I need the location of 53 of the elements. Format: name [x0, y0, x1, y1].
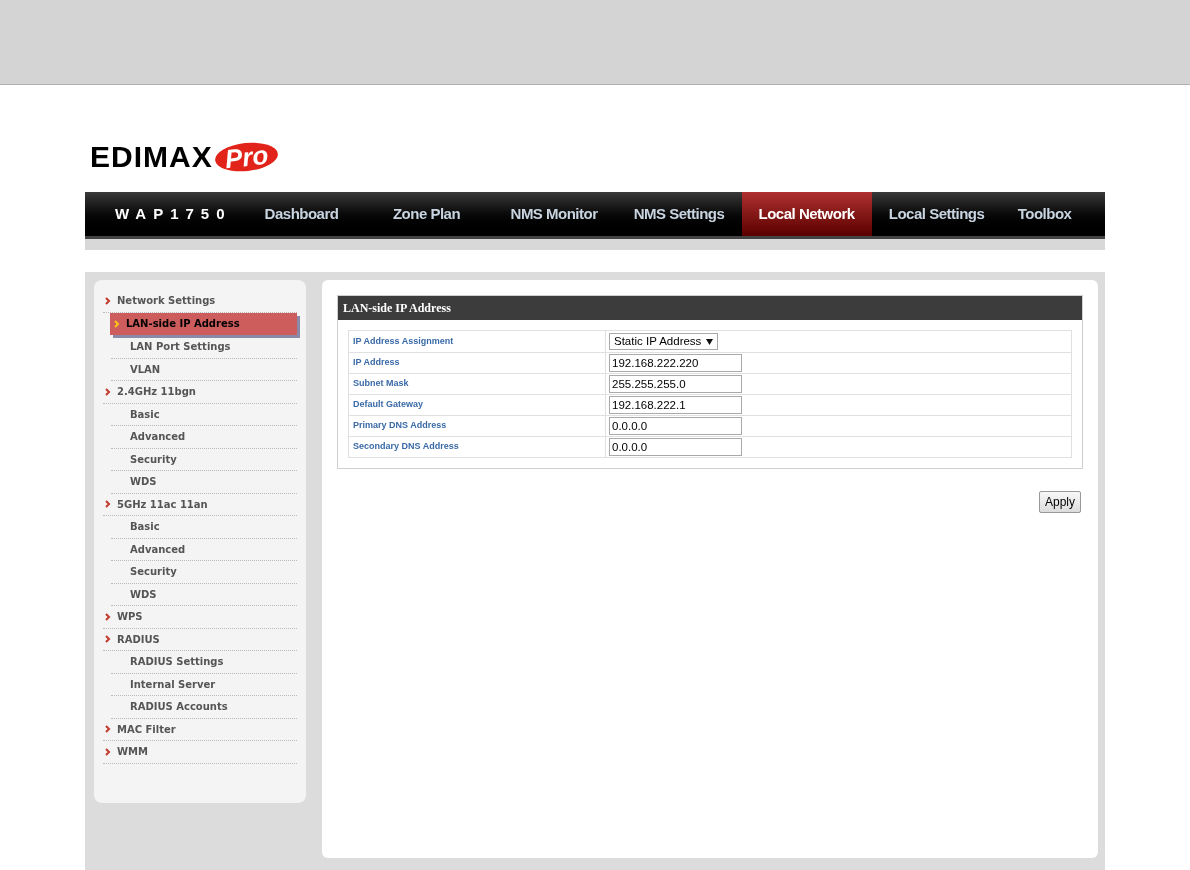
model-name: WAP1750 [114, 203, 233, 224]
field-label: Subnet Mask [349, 374, 606, 394]
logo: EDIMAX Pro [90, 142, 279, 172]
caret-icon [706, 338, 713, 345]
input-field[interactable]: 0.0.0.0 [609, 438, 742, 456]
chevron-icon [105, 725, 113, 734]
chevron-icon [105, 612, 113, 621]
sidebar-item[interactable]: Advanced [111, 426, 297, 449]
field-label: IP Address [349, 353, 606, 373]
field-label: IP Address Assignment [349, 331, 606, 352]
sidebar-item[interactable]: MAC Filter [103, 718, 297, 741]
input-field[interactable]: 192.168.222.220 [609, 354, 742, 372]
chevron-icon [105, 635, 113, 644]
apply-button[interactable]: Apply [1038, 491, 1081, 513]
input-field[interactable]: 192.168.222.1 [609, 396, 742, 414]
field-label: Secondary DNS Address [349, 437, 606, 457]
sidebar-item[interactable]: RADIUS Settings [111, 651, 297, 674]
nav-tab[interactable]: Local Settings [871, 192, 1002, 236]
chevron-icon [114, 319, 122, 328]
sidebar-item[interactable]: 5GHz 11ac 11an [103, 493, 297, 516]
chevron-icon [105, 387, 113, 396]
sidebar-item[interactable]: LAN-side IP Address [110, 312, 297, 335]
sidebar-item[interactable]: Advanced [111, 538, 297, 561]
sidebar-item[interactable]: Security [111, 448, 297, 471]
sidebar-item[interactable]: RADIUS Accounts [111, 696, 297, 719]
sidebar-item[interactable]: RADIUS [103, 628, 297, 651]
assignment-dropdown[interactable]: Static IP Address [609, 333, 718, 350]
nav-tab[interactable]: NMS Monitor [491, 192, 617, 236]
field-label: Primary DNS Address [349, 416, 606, 436]
chevron-icon [105, 500, 113, 509]
sidebar-item[interactable]: WMM [103, 741, 297, 764]
sidebar-item[interactable]: LAN Port Settings [111, 336, 297, 359]
field-label: Default Gateway [349, 395, 606, 415]
nav-tab[interactable]: Zone Plan [361, 192, 492, 236]
sidebar-item[interactable]: Basic [111, 403, 297, 426]
input-field[interactable]: 255.255.255.0 [609, 375, 742, 393]
nav-tab[interactable]: NMS Settings [616, 192, 742, 236]
sidebar-item[interactable]: Basic [111, 516, 297, 539]
sidebar-item[interactable]: WPS [103, 606, 297, 629]
nav-tab[interactable]: Local Network [741, 192, 872, 236]
sidebar-item[interactable]: Network Settings [103, 290, 297, 313]
sidebar-item[interactable]: WDS [111, 583, 297, 606]
sidebar-item[interactable]: Security [111, 561, 297, 584]
chevron-icon [105, 747, 113, 756]
sidebar-item[interactable]: 2.4GHz 11bgn [103, 381, 297, 404]
nav-tab[interactable]: Dashboard [241, 192, 362, 236]
panel-title: LAN-side IP Address [338, 296, 1082, 320]
chevron-icon [105, 296, 113, 305]
nav-tab[interactable]: Toolbox [1001, 192, 1088, 236]
sidebar-item[interactable]: WDS [111, 471, 297, 494]
sidebar-item[interactable]: Internal Server [111, 673, 297, 696]
input-field[interactable]: 0.0.0.0 [609, 417, 742, 435]
sidebar-item[interactable]: VLAN [111, 358, 297, 381]
